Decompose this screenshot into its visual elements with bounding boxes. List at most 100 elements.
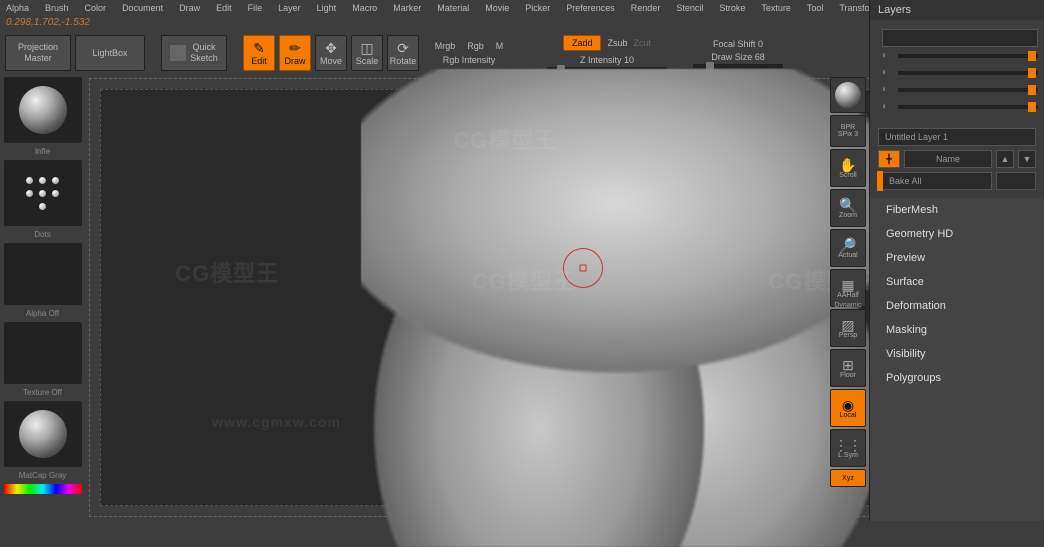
texture-thumbnail[interactable] (4, 322, 82, 384)
menu-stroke[interactable]: Stroke (719, 3, 745, 13)
menu-light[interactable]: Light (317, 3, 337, 13)
right-side-panel: Layers ◐ ◐ ◐ ◐ Untitled Layer 1 ╋ Name ▲… (869, 0, 1044, 521)
add-layer-button[interactable]: ╋ (878, 150, 900, 168)
menu-preferences[interactable]: Preferences (566, 3, 615, 13)
move-icon: ✥ (325, 41, 337, 55)
menu-file[interactable]: File (248, 3, 263, 13)
layer-slider-1[interactable] (898, 54, 1038, 58)
menu-picker[interactable]: Picker (525, 3, 550, 13)
tool-sections: FiberMeshGeometry HDPreviewSurfaceDeform… (870, 198, 1044, 390)
bake-all-button[interactable]: Bake All (878, 172, 992, 190)
layers-slider-area: ◐ ◐ ◐ ◐ (870, 20, 1044, 124)
scale-icon: ◫ (360, 41, 373, 55)
menu-edit[interactable]: Edit (216, 3, 232, 13)
focal-shift-label: Focal Shift 0 (713, 39, 763, 49)
scale-button[interactable]: ◫Scale (351, 35, 383, 71)
layer-down-button[interactable]: ▼ (1018, 150, 1036, 168)
actual-button[interactable]: 🔎Actual (830, 229, 866, 267)
rename-layer-button[interactable]: Name (904, 150, 992, 168)
menu-texture[interactable]: Texture (761, 3, 791, 13)
eye-icon[interactable]: ◐ (882, 50, 892, 61)
rotate-button[interactable]: ⟳Rotate (387, 35, 419, 71)
eye-icon[interactable]: ◐ (882, 67, 892, 78)
sym-icon: ⋮⋮ (834, 438, 862, 452)
size-group: Focal Shift 0 Draw Size 68 (693, 39, 783, 68)
zadd-button[interactable]: Zadd (563, 35, 602, 51)
mrgb-button[interactable]: Mrgb (435, 41, 456, 51)
left-tool-panel: Infle Dots Alpha Off Texture Off MatCap … (0, 74, 85, 521)
eye-icon[interactable]: ◐ (882, 101, 892, 112)
brush-thumbnail[interactable] (4, 77, 82, 143)
section-deformation[interactable]: Deformation (870, 294, 1044, 318)
floor-button[interactable]: ⊞Floor (830, 349, 866, 387)
stroke-thumbnail[interactable] (4, 160, 82, 226)
section-surface[interactable]: Surface (870, 270, 1044, 294)
section-geometry-hd[interactable]: Geometry HD (870, 222, 1044, 246)
bpr-button[interactable]: BPRSPix 3 (830, 115, 866, 147)
menu-layer[interactable]: Layer (278, 3, 301, 13)
bake-mode-button[interactable] (996, 172, 1036, 190)
layer-slider-4[interactable] (898, 105, 1038, 109)
eye-icon[interactable]: ◐ (882, 84, 892, 95)
menu-color[interactable]: Color (85, 3, 107, 13)
brush-label: Infle (3, 146, 82, 157)
material-thumbnail[interactable] (4, 401, 82, 467)
hand-icon: ✋ (839, 158, 856, 172)
menu-brush[interactable]: Brush (45, 3, 69, 13)
xyz-button[interactable]: Xyz (830, 469, 866, 487)
menu-document[interactable]: Document (122, 3, 163, 13)
menu-tool[interactable]: Tool (807, 3, 824, 13)
lightbox-button[interactable]: LightBox (75, 35, 145, 71)
layer-up-button[interactable]: ▲ (996, 150, 1014, 168)
draw-icon: ✏ (289, 41, 301, 55)
rgb-button[interactable]: Rgb (467, 41, 484, 51)
menu-alpha[interactable]: Alpha (6, 3, 29, 13)
menu-render[interactable]: Render (631, 3, 661, 13)
layer-selected[interactable]: Untitled Layer 1 (878, 128, 1036, 146)
draw-button[interactable]: ✏Draw (279, 35, 311, 71)
section-masking[interactable]: Masking (870, 318, 1044, 342)
material-label: MatCap Gray (3, 470, 82, 481)
edit-icon: ✎ (253, 41, 265, 55)
zsub-button[interactable]: Zsub (607, 38, 627, 48)
menu-draw[interactable]: Draw (179, 3, 200, 13)
projection-master-button[interactable]: Projection Master (5, 35, 71, 71)
section-fibermesh[interactable]: FiberMesh (870, 198, 1044, 222)
menu-macro[interactable]: Macro (352, 3, 377, 13)
zoom-button[interactable]: 🔍Zoom (830, 189, 866, 227)
alpha-label: Alpha Off (3, 308, 82, 319)
lsym-button[interactable]: ⋮⋮L.Sym (830, 429, 866, 467)
m-button[interactable]: M (496, 41, 504, 51)
local-button[interactable]: ◉Local (830, 389, 866, 427)
scroll-button[interactable]: ✋Scroll (830, 149, 866, 187)
layer-slider-2[interactable] (898, 71, 1038, 75)
rgb-mode-group: Mrgb Rgb M Rgb Intensity (439, 41, 499, 65)
alpha-thumbnail[interactable] (4, 243, 82, 305)
zcut-button[interactable]: Zcut (634, 38, 652, 48)
menu-stencil[interactable]: Stencil (676, 3, 703, 13)
texture-label: Texture Off (3, 387, 82, 398)
layer-name-input-top[interactable] (882, 29, 1038, 47)
section-polygroups[interactable]: Polygroups (870, 366, 1044, 390)
render-sphere-button[interactable] (830, 77, 866, 113)
menu-movie[interactable]: Movie (485, 3, 509, 13)
z-intensity-label: Z Intensity 10 (580, 55, 634, 65)
edit-button[interactable]: ✎Edit (243, 35, 275, 71)
draw-size-slider[interactable] (693, 64, 783, 68)
local-icon: ◉ (842, 398, 854, 412)
menu-material[interactable]: Material (437, 3, 469, 13)
section-preview[interactable]: Preview (870, 246, 1044, 270)
viewport-buttons: BPRSPix 3 ✋Scroll 🔍Zoom 🔎Actual ▦AAHalf … (827, 74, 869, 490)
floor-icon: ⊞ (842, 358, 854, 372)
zoom-icon: 🔍 (839, 198, 856, 212)
stroke-label: Dots (3, 229, 82, 240)
persp-button[interactable]: Dynamic▨Persp (830, 309, 866, 347)
move-button[interactable]: ✥Move (315, 35, 347, 71)
color-picker-strip[interactable] (4, 484, 82, 494)
menu-marker[interactable]: Marker (393, 3, 421, 13)
quick-sketch-button[interactable]: Quick Sketch (161, 35, 227, 71)
layer-slider-3[interactable] (898, 88, 1038, 92)
section-visibility[interactable]: Visibility (870, 342, 1044, 366)
rotate-icon: ⟳ (397, 41, 409, 55)
sculpt-model (361, 69, 871, 546)
